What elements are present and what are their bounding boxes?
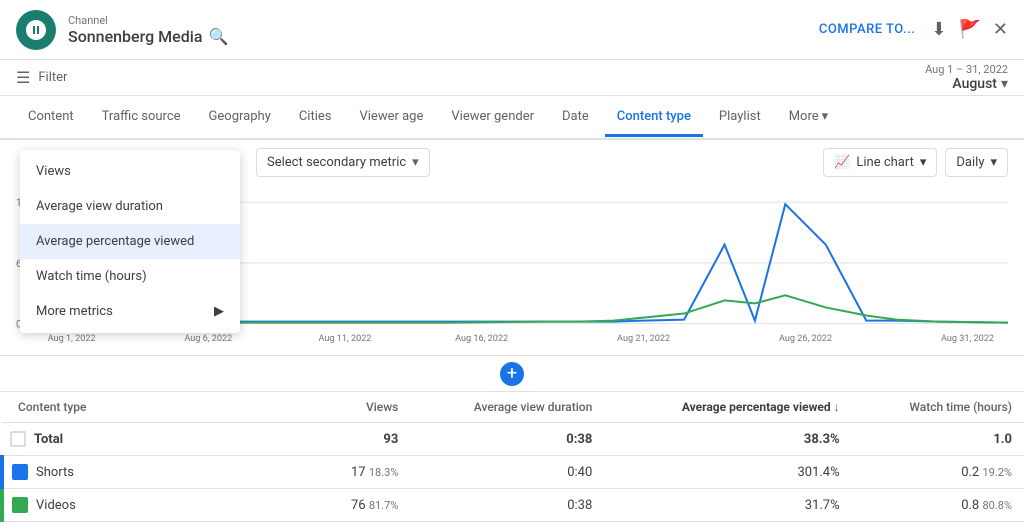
dropdown-item-watch-time[interactable]: Watch time (hours) [20, 259, 240, 294]
daily-label: Daily [956, 155, 984, 170]
td-videos-apv: 31.7% [604, 489, 851, 522]
td-videos-avd: 0:38 [410, 489, 604, 522]
tab-content-type[interactable]: Content type [605, 99, 703, 137]
channel-info: Channel Sonnenberg Media 🔍 [68, 14, 228, 46]
td-videos-label: Videos [2, 489, 247, 522]
chart-type-label: Line chart [856, 155, 913, 170]
td-total-label: Total [2, 423, 247, 456]
x-label-aug21: Aug 21, 2022 [617, 334, 670, 344]
td-videos-views: 76 81.7% [247, 489, 410, 522]
header: Channel Sonnenberg Media 🔍 COMPARE TO...… [0, 0, 1024, 60]
checkbox-videos[interactable] [12, 497, 28, 513]
filter-icon[interactable]: ☰ [16, 68, 30, 87]
data-table: Content type Views Average view duration… [0, 392, 1024, 522]
td-shorts-wt: 0.2 19.2% [852, 456, 1024, 489]
td-shorts-avd: 0:40 [410, 456, 604, 489]
td-total-apv: 38.3% [604, 423, 851, 456]
dropdown-item-avg-view-duration[interactable]: Average view duration [20, 189, 240, 224]
header-right: COMPARE TO... ⬇ 🚩 ✕ [819, 19, 1008, 40]
tab-cities[interactable]: Cities [287, 99, 344, 137]
compare-button[interactable]: COMPARE TO... [819, 22, 916, 37]
header-icons: ⬇ 🚩 ✕ [931, 19, 1008, 40]
chevron-down-icon: ▾ [920, 155, 927, 170]
td-shorts-label: Shorts [2, 456, 247, 489]
chevron-down-icon: ▾ [412, 155, 419, 170]
channel-name-row: Sonnenberg Media 🔍 [68, 27, 228, 46]
date-value-row: August ▾ [952, 76, 1008, 92]
tab-playlist[interactable]: Playlist [707, 99, 773, 137]
tab-geography[interactable]: Geography [197, 99, 283, 137]
daily-select[interactable]: Daily ▾ [945, 148, 1008, 177]
chevron-down-icon: ▾ [1001, 76, 1008, 92]
tab-content[interactable]: Content [16, 99, 86, 137]
x-label-aug31: Aug 31, 2022 [941, 334, 994, 344]
td-total-wt: 1.0 [852, 423, 1024, 456]
th-avg-view-duration[interactable]: Average view duration [410, 392, 604, 423]
table-header-row: + [0, 356, 1024, 392]
sort-icon: ↓ [834, 400, 840, 414]
checkbox-shorts[interactable] [12, 464, 28, 480]
x-label-aug11: Aug 11, 2022 [318, 334, 371, 344]
filter-label: Filter [38, 70, 67, 85]
date-selector[interactable]: Aug 1 – 31, 2022 August ▾ [925, 63, 1008, 92]
tab-viewer-age[interactable]: Viewer age [347, 99, 435, 137]
chevron-right-icon: ▶ [214, 304, 224, 319]
tab-more[interactable]: More▾ [777, 99, 840, 137]
td-total-views: 93 [247, 423, 410, 456]
table-row-shorts: Shorts 17 18.3% 0:40 301.4% 0.2 19.2% [2, 456, 1024, 489]
table-header: Content type Views Average view duration… [2, 392, 1024, 423]
download-icon[interactable]: ⬇ [931, 19, 946, 40]
x-label-aug1: Aug 1, 2022 [48, 334, 96, 344]
flag-icon[interactable]: 🚩 [958, 19, 980, 40]
tab-traffic-source[interactable]: Traffic source [90, 99, 193, 137]
td-videos-wt: 0.8 80.8% [852, 489, 1024, 522]
main-content: Views Average view duration Average perc… [0, 140, 1024, 522]
search-icon[interactable]: 🔍 [208, 27, 228, 46]
th-views[interactable]: Views [247, 392, 410, 423]
dropdown-item-views[interactable]: Views [20, 154, 240, 189]
close-icon[interactable]: ✕ [993, 19, 1008, 40]
th-content-type: Content type [2, 392, 247, 423]
chevron-down-icon: ▾ [822, 109, 829, 124]
header-left: Channel Sonnenberg Media 🔍 [16, 10, 228, 50]
dropdown-item-avg-pct-viewed[interactable]: Average percentage viewed [20, 224, 240, 259]
date-value: August [952, 76, 997, 92]
td-total-avd: 0:38 [410, 423, 604, 456]
td-shorts-apv: 301.4% [604, 456, 851, 489]
td-shorts-views: 17 18.3% [247, 456, 410, 489]
table-row-total: Total 93 0:38 38.3% 1.0 [2, 423, 1024, 456]
x-label-aug26: Aug 26, 2022 [779, 334, 832, 344]
secondary-metric-select[interactable]: Select secondary metric ▾ [256, 148, 430, 177]
date-range: Aug 1 – 31, 2022 [925, 63, 1008, 76]
metric-dropdown: Views Average view duration Average perc… [20, 150, 240, 333]
checkbox-total[interactable] [10, 431, 26, 447]
th-watch-time[interactable]: Watch time (hours) [852, 392, 1024, 423]
th-avg-pct-viewed[interactable]: Average percentage viewed ↓ [604, 392, 851, 423]
channel-label: Channel [68, 14, 228, 27]
line-chart-icon: 📈 [834, 155, 850, 170]
tabs: Content Traffic source Geography Cities … [0, 96, 1024, 140]
tab-viewer-gender[interactable]: Viewer gender [439, 99, 546, 137]
dropdown-item-more-metrics[interactable]: More metrics ▶ [20, 294, 240, 329]
x-label-aug16: Aug 16, 2022 [455, 334, 508, 344]
add-button[interactable]: + [500, 362, 524, 386]
channel-logo [16, 10, 56, 50]
secondary-metric-label: Select secondary metric [267, 155, 406, 170]
table-section: + Content type Views Average view durati… [0, 355, 1024, 522]
chevron-down-icon: ▾ [990, 155, 997, 170]
channel-name: Sonnenberg Media [68, 27, 202, 46]
tab-date[interactable]: Date [550, 99, 601, 137]
filter-bar: ☰ Filter Aug 1 – 31, 2022 August ▾ [0, 60, 1024, 96]
table-row-videos: Videos 76 81.7% 0:38 31.7% 0.8 80.8% [2, 489, 1024, 522]
x-label-aug6: Aug 6, 2022 [184, 334, 232, 344]
chart-type-select[interactable]: 📈 Line chart ▾ [823, 148, 937, 177]
